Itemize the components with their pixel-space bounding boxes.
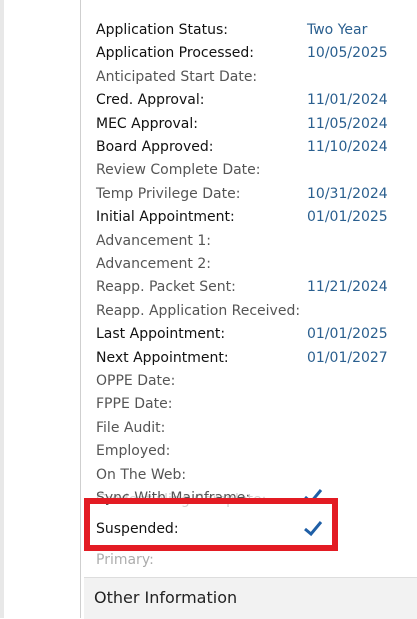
- field-value: 11/01/2024: [307, 92, 388, 108]
- field-value: 11/10/2024: [307, 139, 388, 155]
- suspended-label: Suspended:: [96, 521, 179, 537]
- field-label: Next Appointment:: [96, 350, 229, 366]
- left-rail: [0, 0, 4, 618]
- field-label: MEC Approval:: [96, 116, 198, 132]
- field-label: Advancement 2:: [96, 256, 211, 272]
- field-label: Temp Privilege Date:: [96, 186, 241, 202]
- field-label: OPPE Date:: [96, 373, 176, 389]
- field-label: Cred. Approval:: [96, 92, 205, 108]
- field-label: Application Status:: [96, 22, 229, 38]
- suspended-check-icon: [304, 521, 323, 537]
- field-label: On The Web:: [96, 467, 187, 483]
- primary-label: Primary:: [96, 552, 154, 568]
- field-label: File Audit:: [96, 420, 166, 436]
- field-label: Reapp. Packet Sent:: [96, 279, 236, 295]
- field-label: Board Approved:: [96, 139, 214, 155]
- field-label: Advancement 1:: [96, 233, 211, 249]
- field-value: Two Year: [307, 22, 368, 38]
- field-value: 01/01/2025: [307, 209, 388, 225]
- other-information-title: Other Information: [94, 588, 238, 607]
- field-value: 11/21/2024: [307, 279, 388, 295]
- field-value: 10/31/2024: [307, 186, 388, 202]
- field-label: Review Complete Date:: [96, 162, 261, 178]
- field-label: Anticipated Start Date:: [96, 69, 258, 85]
- cutoff-row: · ·: [96, 0, 109, 8]
- field-value: 01/01/2027: [307, 350, 388, 366]
- field-value: 01/01/2025: [307, 326, 388, 342]
- field-value: 10/05/2025: [307, 45, 388, 61]
- field-label: Last Appointment:: [96, 326, 226, 342]
- field-label: FPPE Date:: [96, 396, 173, 412]
- field-label: Reapp. Application Received:: [96, 303, 301, 319]
- field-label: Employed:: [96, 443, 171, 459]
- field-value: 11/05/2024: [307, 116, 388, 132]
- field-label: Initial Appointment:: [96, 209, 235, 225]
- field-label: Application Processed:: [96, 45, 254, 61]
